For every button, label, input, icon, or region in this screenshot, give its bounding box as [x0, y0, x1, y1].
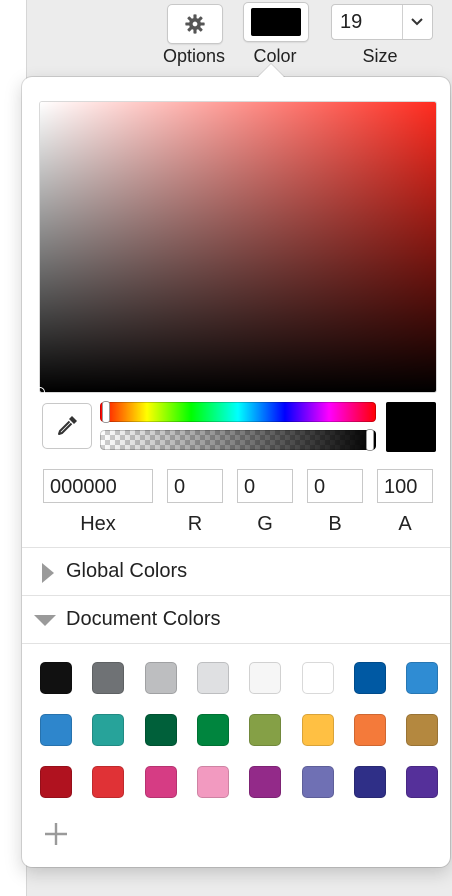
green-field[interactable]: 0 — [237, 469, 293, 503]
color-swatch[interactable] — [144, 766, 177, 798]
opacity-slider-knob[interactable] — [366, 429, 374, 451]
color-swatch[interactable] — [196, 662, 229, 694]
color-preview — [386, 402, 436, 452]
saturation-brightness-area[interactable] — [35, 102, 436, 397]
color-swatch[interactable] — [353, 714, 386, 746]
options-button[interactable] — [167, 4, 223, 44]
alpha-field[interactable]: 100 — [377, 469, 433, 503]
color-swatch[interactable] — [144, 714, 177, 746]
section-divider — [22, 595, 450, 596]
size-combobox[interactable]: 19 — [331, 4, 433, 40]
green-label: G — [257, 513, 273, 535]
popover-arrow — [257, 64, 285, 78]
color-swatch[interactable] — [249, 714, 282, 746]
color-swatch[interactable] — [353, 662, 386, 694]
blue-label: B — [328, 513, 342, 535]
red-field[interactable]: 0 — [167, 469, 223, 503]
gear-icon — [168, 5, 222, 43]
disclosure-down-icon[interactable] — [34, 615, 56, 626]
hue-slider-knob[interactable] — [102, 401, 110, 423]
color-well-button[interactable] — [243, 2, 309, 42]
color-swatch[interactable] — [144, 662, 177, 694]
color-swatch[interactable] — [196, 714, 229, 746]
color-swatch[interactable] — [353, 766, 386, 798]
hex-label: Hex — [80, 513, 116, 535]
color-swatch[interactable] — [92, 714, 125, 746]
section-divider — [22, 643, 450, 644]
blue-field[interactable]: 0 — [307, 469, 363, 503]
color-swatch[interactable] — [406, 714, 439, 746]
hue-slider[interactable] — [100, 401, 376, 423]
eyedropper-button[interactable] — [42, 403, 92, 449]
color-swatch[interactable] — [249, 766, 282, 798]
color-swatch[interactable] — [406, 662, 439, 694]
color-swatch[interactable] — [249, 662, 282, 694]
color-swatch[interactable] — [196, 766, 229, 798]
color-swatch[interactable] — [301, 766, 334, 798]
color-swatch[interactable] — [301, 662, 334, 694]
color-swatch[interactable] — [406, 766, 439, 798]
color-swatch[interactable] — [301, 714, 334, 746]
alpha-label: A — [398, 513, 412, 535]
add-color-button[interactable] — [42, 820, 70, 848]
color-swatch[interactable] — [92, 662, 125, 694]
color-swatch[interactable] — [40, 714, 72, 746]
chevron-down-icon[interactable] — [402, 5, 432, 39]
eyedropper-icon — [58, 416, 77, 435]
color-selection-handle[interactable] — [35, 387, 45, 397]
global-colors-label[interactable]: Global Colors — [66, 560, 187, 583]
document-colors-label[interactable]: Document Colors — [66, 608, 221, 631]
opacity-slider[interactable] — [100, 429, 376, 451]
hex-field[interactable]: 000000 — [43, 469, 153, 503]
current-color-swatch — [251, 8, 301, 36]
size-label: Size — [362, 46, 398, 66]
color-swatch[interactable] — [92, 766, 125, 798]
color-swatch[interactable] — [40, 662, 72, 694]
color-swatch[interactable] — [40, 766, 72, 798]
plus-icon — [45, 823, 67, 845]
size-value[interactable]: 19 — [340, 11, 362, 34]
section-divider — [22, 547, 450, 548]
red-label: R — [187, 513, 203, 535]
disclosure-right-icon[interactable] — [42, 563, 54, 583]
